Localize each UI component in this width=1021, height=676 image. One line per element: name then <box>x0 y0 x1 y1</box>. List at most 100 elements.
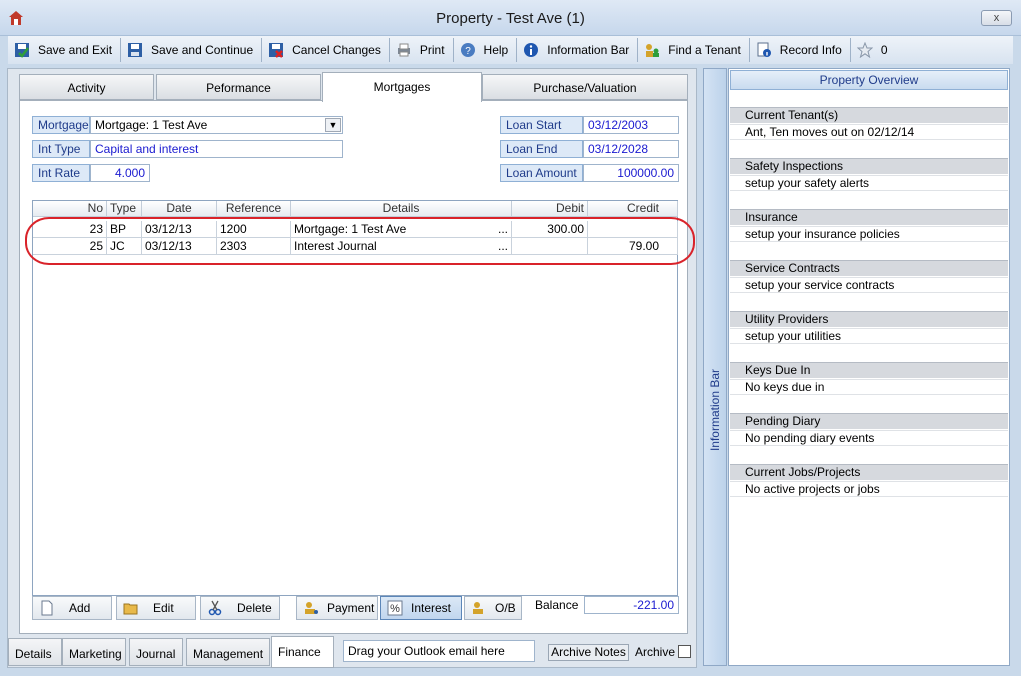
int-rate-label: Int Rate <box>32 164 90 182</box>
property-overview-header[interactable]: Property Overview <box>730 70 1008 90</box>
new-document-icon <box>39 600 55 616</box>
section-pending-diary[interactable]: Pending Diary <box>730 413 1008 429</box>
window-title: Property - Test Ave (1) <box>436 10 585 27</box>
save-and-exit-label: Save and Exit <box>38 43 113 57</box>
section-service-contracts-value[interactable]: setup your service contracts <box>730 277 1008 293</box>
section-utility-providers-value[interactable]: setup your utilities <box>730 328 1008 344</box>
int-type-label: Int Type <box>32 140 90 158</box>
add-button[interactable]: Add <box>32 596 112 620</box>
delete-button[interactable]: Delete <box>200 596 280 620</box>
tab-details[interactable]: Details <box>8 638 62 666</box>
column-header-details[interactable]: Details <box>291 201 512 217</box>
column-header-reference[interactable]: Reference <box>217 201 291 217</box>
edit-button[interactable]: Edit <box>116 596 196 620</box>
add-button-label: Add <box>69 601 91 615</box>
archive-notes-button[interactable]: Archive Notes <box>548 644 629 661</box>
section-current-jobs[interactable]: Current Jobs/Projects <box>730 464 1008 480</box>
loan-end-field[interactable]: 03/12/2028 <box>583 140 679 158</box>
find-a-tenant-label: Find a Tenant <box>668 43 741 57</box>
help-button[interactable]: ? Help <box>454 38 518 62</box>
tab-management[interactable]: Management <box>186 638 270 666</box>
section-utility-providers[interactable]: Utility Providers <box>730 311 1008 327</box>
section-pending-diary-value[interactable]: No pending diary events <box>730 430 1008 446</box>
loan-amount-field[interactable]: 100000.00 <box>583 164 679 182</box>
find-tenant-icon <box>644 42 660 58</box>
save-continue-icon <box>127 42 143 58</box>
find-a-tenant-button[interactable]: Find a Tenant <box>638 38 750 62</box>
edit-button-label: Edit <box>153 601 174 615</box>
tab-finance[interactable]: Finance <box>271 636 334 668</box>
tab-purchase-valuation[interactable]: Purchase/Valuation <box>482 74 688 100</box>
mortgage-label: Mortgage <box>32 116 90 134</box>
print-button[interactable]: Print <box>390 38 454 62</box>
star-count: 0 <box>880 43 888 57</box>
scissors-icon <box>207 600 223 616</box>
ob-button[interactable]: O/B <box>464 596 522 620</box>
payment-icon <box>303 600 319 616</box>
loan-start-label: Loan Start <box>500 116 583 134</box>
percent-icon: % <box>387 600 403 616</box>
record-info-button[interactable]: Record Info <box>750 38 851 62</box>
print-icon <box>396 42 412 58</box>
save-and-exit-button[interactable]: Save and Exit <box>8 38 122 62</box>
tab-performance[interactable]: Peformance <box>156 74 321 100</box>
cancel-changes-icon <box>268 42 284 58</box>
cancel-changes-label: Cancel Changes <box>292 43 381 57</box>
mortgage-select[interactable]: Mortgage: 1 Test Ave ▼ <box>90 116 343 134</box>
section-service-contracts[interactable]: Service Contracts <box>730 260 1008 276</box>
section-current-jobs-value[interactable]: No active projects or jobs <box>730 481 1008 497</box>
column-header-credit[interactable]: Credit <box>588 201 678 217</box>
highlight-annotation <box>25 217 695 265</box>
interest-button[interactable]: % Interest <box>380 596 462 620</box>
information-bar-side-text: Information Bar <box>708 368 722 452</box>
tab-marketing[interactable]: Marketing <box>62 638 126 666</box>
record-info-icon <box>756 42 772 58</box>
section-keys-due-in[interactable]: Keys Due In <box>730 362 1008 378</box>
save-and-continue-label: Save and Continue <box>151 43 254 57</box>
column-header-no[interactable]: No <box>33 201 107 217</box>
column-header-type[interactable]: Type <box>107 201 142 217</box>
archive-checkbox[interactable] <box>678 645 691 658</box>
save-exit-icon <box>14 42 30 58</box>
cancel-changes-button[interactable]: Cancel Changes <box>262 38 390 62</box>
chevron-down-icon[interactable]: ▼ <box>325 118 341 132</box>
section-safety-inspections[interactable]: Safety Inspections <box>730 158 1008 174</box>
column-header-date[interactable]: Date <box>142 201 217 217</box>
int-rate-field[interactable]: 4.000 <box>90 164 150 182</box>
svg-text:%: % <box>390 603 400 615</box>
print-label: Print <box>419 43 445 57</box>
delete-button-label: Delete <box>237 601 272 615</box>
information-bar-button[interactable]: Information Bar <box>517 38 639 62</box>
section-insurance-value[interactable]: setup your insurance policies <box>730 226 1008 242</box>
save-and-continue-button[interactable]: Save and Continue <box>121 38 263 62</box>
section-current-tenants-value[interactable]: Ant, Ten moves out on 02/12/14 <box>730 124 1008 140</box>
column-header-debit[interactable]: Debit <box>512 201 588 217</box>
section-keys-due-in-value[interactable]: No keys due in <box>730 379 1008 395</box>
toolbar: Save and Exit Save and Continue Cancel C… <box>8 36 1013 64</box>
close-button[interactable]: x <box>981 10 1012 26</box>
loan-end-label: Loan End <box>500 140 583 158</box>
balance-label: Balance <box>535 598 579 612</box>
open-folder-icon <box>123 600 139 616</box>
outlook-drop-zone[interactable]: Drag your Outlook email here <box>343 640 535 662</box>
ob-button-label: O/B <box>495 601 516 615</box>
information-bar-label: Information Bar <box>547 43 630 57</box>
interest-button-label: Interest <box>411 601 452 615</box>
section-insurance[interactable]: Insurance <box>730 209 1008 225</box>
section-current-tenants[interactable]: Current Tenant(s) <box>730 107 1008 123</box>
tab-activity[interactable]: Activity <box>19 74 154 100</box>
tab-journal[interactable]: Journal <box>129 638 183 666</box>
mortgage-select-value: Mortgage: 1 Test Ave <box>95 118 208 132</box>
info-icon <box>523 42 539 58</box>
int-type-field[interactable]: Capital and interest <box>90 140 343 158</box>
opening-balance-icon <box>471 600 487 616</box>
tab-mortgages[interactable]: Mortgages <box>322 72 482 102</box>
payment-button[interactable]: Payment <box>296 596 378 620</box>
loan-start-field[interactable]: 03/12/2003 <box>583 116 679 134</box>
section-safety-inspections-value[interactable]: setup your safety alerts <box>730 175 1008 191</box>
help-label: Help <box>483 43 509 57</box>
help-icon: ? <box>460 42 476 58</box>
balance-value: -221.00 <box>584 596 679 614</box>
star-rating-button[interactable]: 0 <box>851 38 896 62</box>
archive-label: Archive <box>635 645 676 659</box>
